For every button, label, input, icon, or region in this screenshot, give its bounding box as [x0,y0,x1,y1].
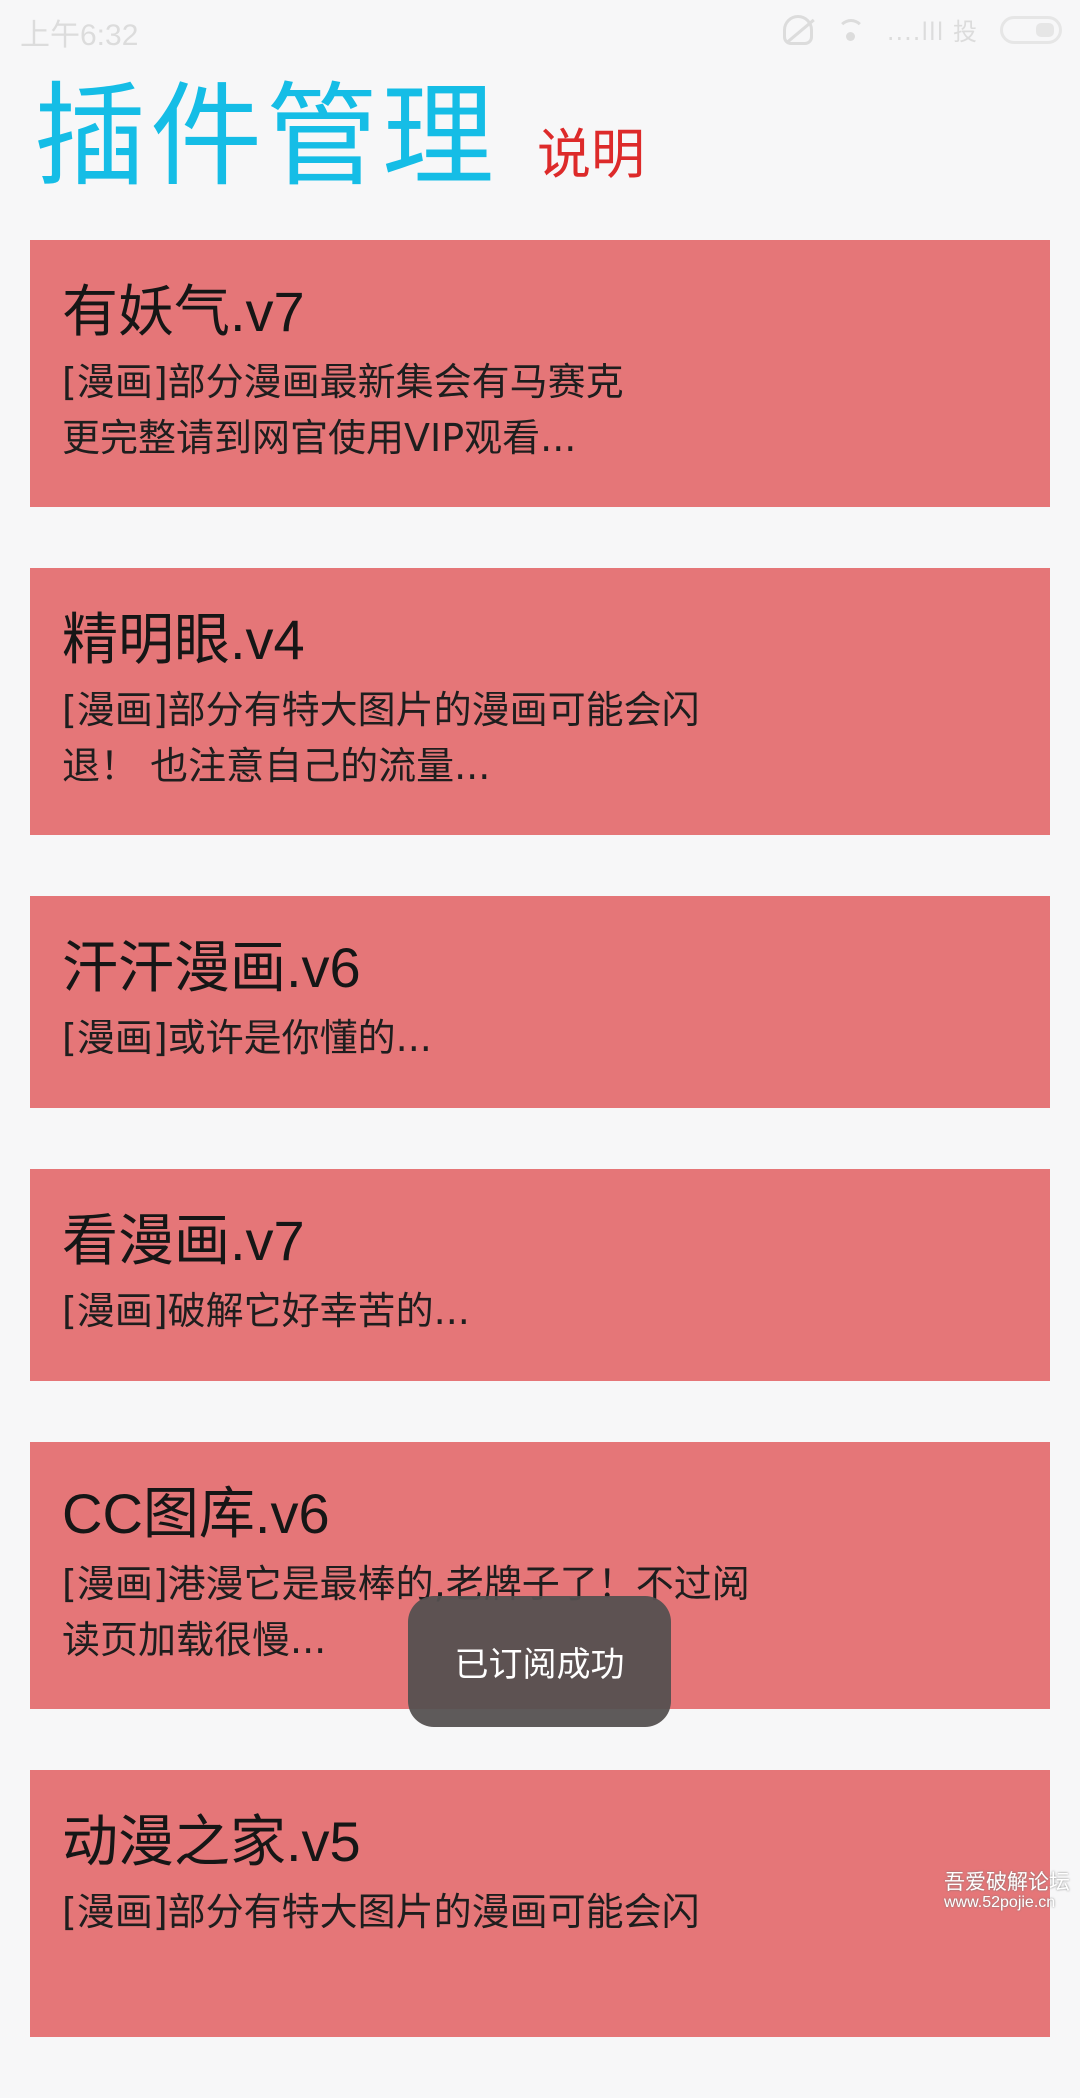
plugin-card[interactable]: 动漫之家.v5 [漫画]部分有特大图片的漫画可能会闪 [30,1770,1050,2037]
signal-icon: ....lll 投 [886,18,978,46]
plugin-list: 有妖气.v7 [漫画]部分漫画最新集会有马赛克 更完整请到网官使用VIP观看..… [30,240,1050,2098]
status-icons: ....lll 投 [782,12,1062,47]
plugin-name: 动漫之家.v5 [62,1810,361,1873]
plugin-name: 汗汗漫画.v6 [62,936,361,999]
watermark-url: www.52pojie.cn [944,1894,1056,1911]
battery-icon [1000,15,1062,44]
plugin-name: CC图库.v6 [62,1482,330,1545]
plugin-name: 有妖气.v7 [62,280,305,343]
plugin-description: [漫画]部分漫画最新集会有马赛克 更完整请到网官使用VIP观看... [62,360,624,460]
wifi-icon [835,18,865,41]
watermark: 吾爱破解论坛 www.52pojie.cn [944,1872,1070,1912]
plugin-description: [漫画]部分有特大图片的漫画可能会闪 [62,1890,700,1934]
status-time: 上午6:32 [20,19,139,52]
plugin-name: 看漫画.v7 [62,1209,305,1272]
plugin-card[interactable]: 汗汗漫画.v6 [漫画]或许是你懂的... [30,896,1050,1108]
plugin-card[interactable]: 有妖气.v7 [漫画]部分漫画最新集会有马赛克 更完整请到网官使用VIP观看..… [30,240,1050,507]
help-button[interactable]: 说明 [537,120,645,190]
alarm-off-icon [782,14,813,45]
plugin-description: [漫画]部分有特大图片的漫画可能会闪 退！ 也注意自己的流量... [62,688,700,788]
page-title: 插件管理 [34,72,498,202]
toast-message: 已订阅成功 [408,1596,671,1727]
plugin-name: 精明眼.v4 [62,608,305,671]
plugin-card[interactable]: 精明眼.v4 [漫画]部分有特大图片的漫画可能会闪 退！ 也注意自己的流量... [30,568,1050,835]
header: 插件管理 说明 [34,72,1044,202]
plugin-description: [漫画]破解它好幸苦的... [62,1289,470,1333]
plugin-description: [漫画]或许是你懂的... [62,1016,432,1060]
plugin-card[interactable]: 看漫画.v7 [漫画]破解它好幸苦的... [30,1169,1050,1381]
watermark-title: 吾爱破解论坛 [944,1871,1070,1894]
status-bar: 上午6:32 ....lll 投 [0,0,1080,60]
